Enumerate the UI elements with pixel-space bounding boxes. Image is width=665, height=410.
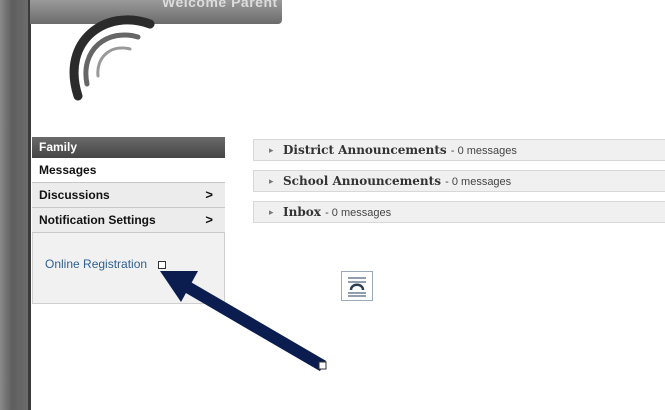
sidebar-item-messages[interactable]: Messages: [32, 158, 225, 183]
caret-right-icon: ▸: [269, 207, 274, 217]
online-registration-link[interactable]: Online Registration: [45, 257, 147, 271]
announcement-count: - 0 messages: [325, 207, 392, 219]
checkbox-icon[interactable]: [158, 261, 166, 269]
document-icon[interactable]: [341, 271, 373, 301]
district-announcements-row[interactable]: ▸ District Announcements - 0 messages: [253, 139, 665, 161]
announcement-count: - 0 messages: [450, 145, 517, 157]
announcement-count: - 0 messages: [445, 176, 512, 188]
swoosh-logo-icon: [69, 15, 155, 101]
caret-right-icon: ▸: [269, 176, 274, 186]
sidebar-item-label: Discussions: [39, 188, 110, 202]
caret-right-icon: ▸: [269, 145, 274, 155]
announcement-title: School Announcements: [283, 174, 441, 188]
sidebar-item-label: Messages: [39, 163, 97, 177]
announcement-title: Inbox: [283, 205, 321, 219]
sidebar-item-label: Notification Settings: [39, 213, 156, 227]
inbox-row[interactable]: ▸ Inbox - 0 messages: [253, 201, 665, 223]
announcement-title: District Announcements: [283, 143, 447, 157]
banner-text: Welcome Parent: [162, 0, 278, 10]
school-announcements-row[interactable]: ▸ School Announcements - 0 messages: [253, 170, 665, 192]
chevron-right-icon: >: [205, 187, 213, 202]
sidebar-item-notification-settings[interactable]: Notification Settings >: [32, 208, 225, 233]
left-edge-bar: [0, 0, 31, 410]
chevron-right-icon: >: [205, 212, 213, 227]
sidebar: Family Messages Discussions > Notificati…: [32, 137, 225, 304]
sidebar-item-discussions[interactable]: Discussions >: [32, 183, 225, 208]
sidebar-panel: Online Registration: [32, 233, 225, 304]
sidebar-header-family[interactable]: Family: [32, 137, 225, 158]
